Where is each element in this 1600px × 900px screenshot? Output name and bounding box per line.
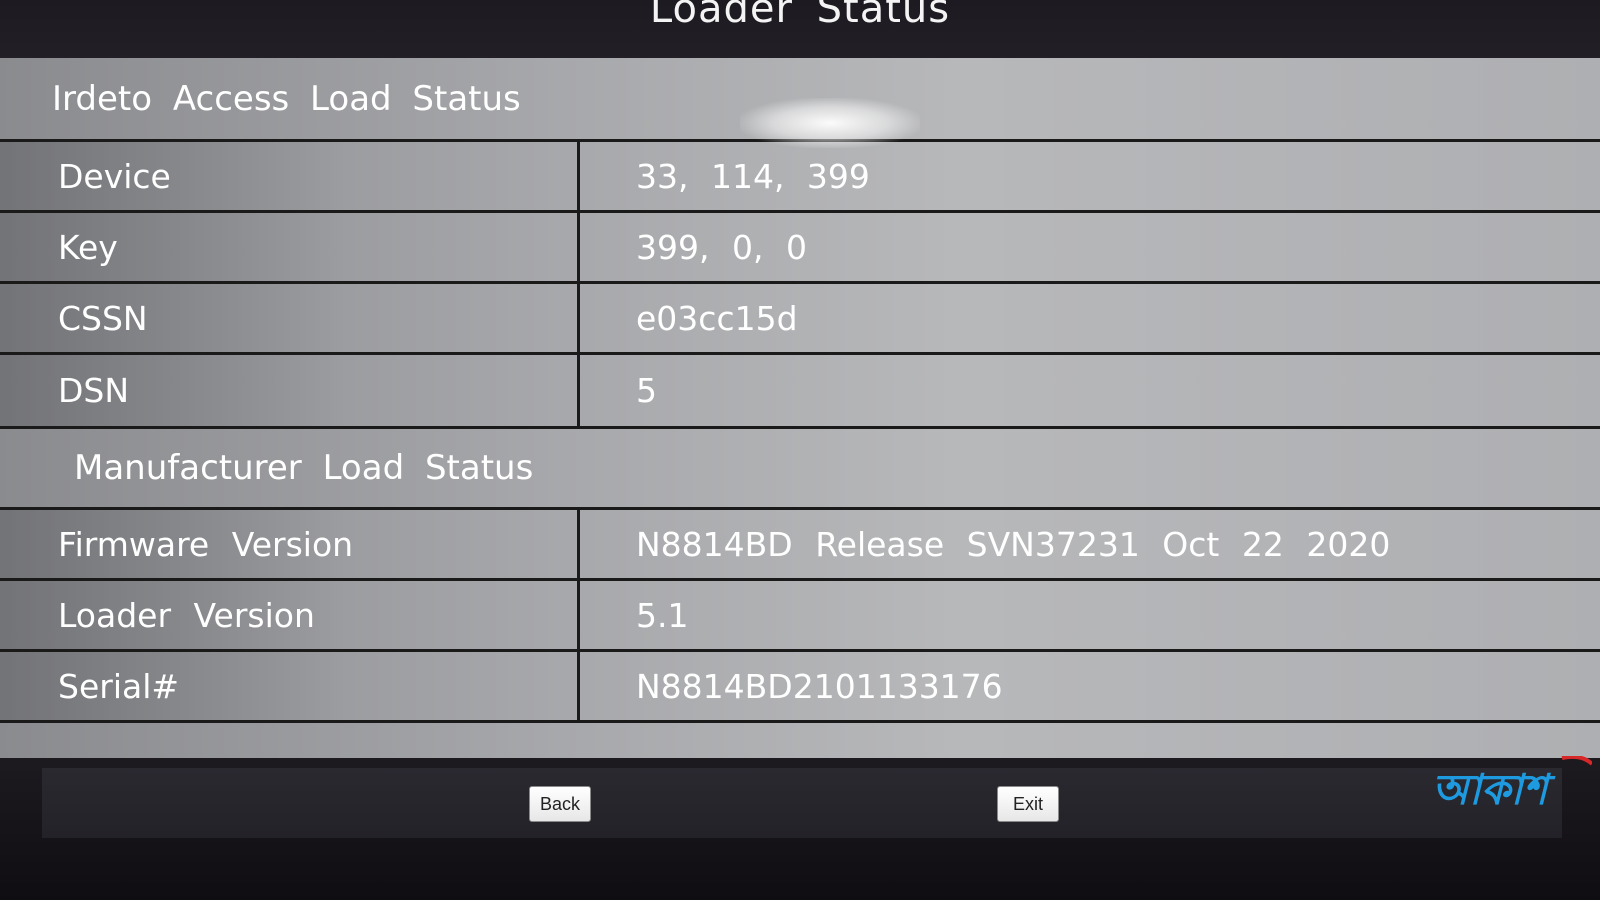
irdeto-section-header: Irdeto Access Load Status <box>0 58 1600 142</box>
loader-status-panel: Irdeto Access Load Status Device 33, 114… <box>0 58 1600 758</box>
exit-button[interactable]: Exit <box>997 786 1059 822</box>
cssn-value: e03cc15d <box>636 298 798 338</box>
key-value: 399, 0, 0 <box>636 227 807 267</box>
dsn-label: DSN <box>0 355 580 426</box>
cssn-label: CSSN <box>0 284 580 352</box>
table-row: Device 33, 114, 399 <box>0 142 1600 213</box>
serial-value: N8814BD2101133176 <box>636 666 1003 706</box>
panel-footer <box>0 723 1600 763</box>
manufacturer-section-header: Manufacturer Load Status <box>0 426 1600 510</box>
table-row: CSSN e03cc15d <box>0 284 1600 355</box>
table-row: Firmware Version N8814BD Release SVN3723… <box>0 510 1600 581</box>
table-row: Key 399, 0, 0 <box>0 213 1600 284</box>
button-bar: Back Exit <box>42 768 1562 838</box>
serial-label: Serial# <box>0 652 580 720</box>
loader-version-label: Loader Version <box>0 581 580 649</box>
akash-logo: আকাশ <box>1432 756 1592 814</box>
back-button[interactable]: Back <box>529 786 591 822</box>
table-row: Loader Version 5.1 <box>0 581 1600 652</box>
table-row: Serial# N8814BD2101133176 <box>0 652 1600 723</box>
svg-text:আকাশ: আকাশ <box>1432 765 1557 814</box>
firmware-version-value: N8814BD Release SVN37231 Oct 22 2020 <box>636 524 1391 564</box>
firmware-version-label: Firmware Version <box>0 510 580 578</box>
key-label: Key <box>0 213 580 281</box>
dsn-value: 5 <box>636 371 657 410</box>
device-value: 33, 114, 399 <box>636 156 870 196</box>
loader-version-value: 5.1 <box>636 595 689 635</box>
page-title: Loader Status <box>649 0 951 32</box>
table-row: DSN 5 <box>0 355 1600 426</box>
device-label: Device <box>0 142 580 210</box>
tv-screen: Loader Status Irdeto Access Load Status … <box>0 0 1600 900</box>
